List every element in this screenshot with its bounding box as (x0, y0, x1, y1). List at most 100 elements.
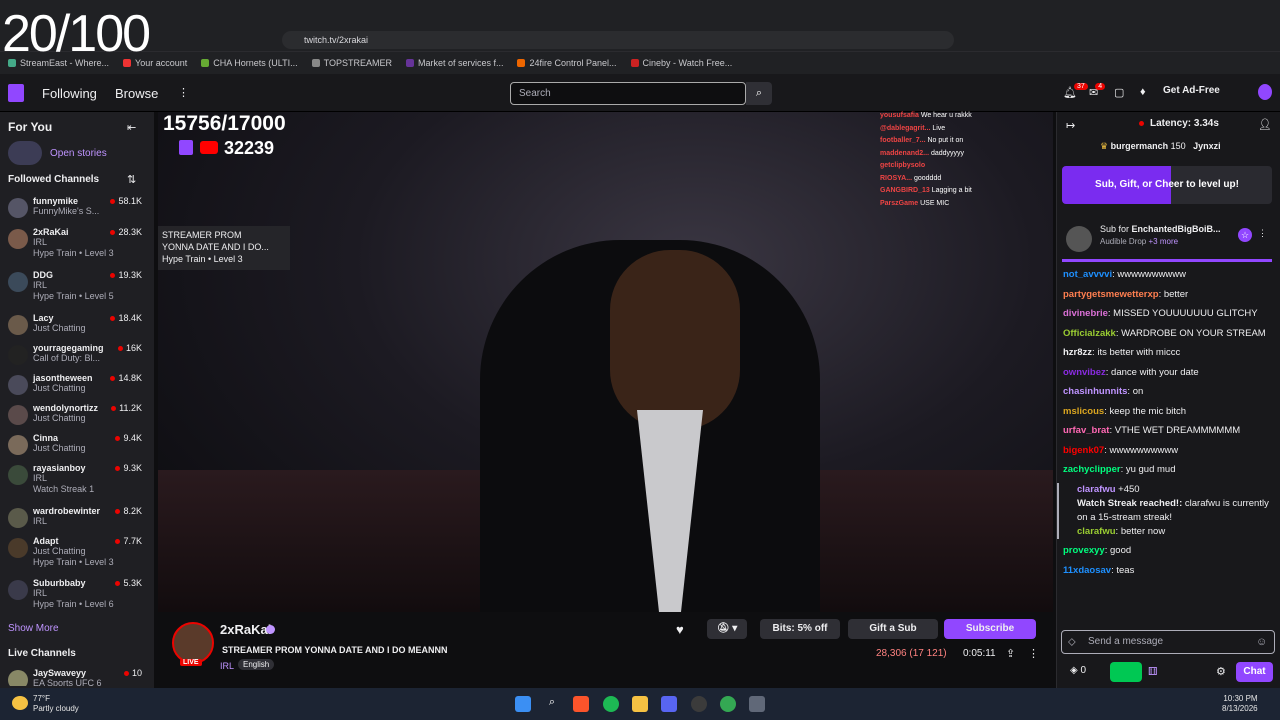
viewer-count: 7.7K (115, 536, 142, 546)
channel-name[interactable]: 2xRaKai (220, 622, 271, 637)
avatar (8, 272, 28, 292)
follow-heart-icon[interactable]: ♥ (676, 622, 684, 637)
hype-train-card[interactable]: Sub for EnchantedBigBoiB... Audible Drop… (1062, 220, 1272, 262)
channel-game: Just Chatting (33, 413, 86, 423)
avatar (8, 508, 28, 528)
bookmark[interactable]: Market of services f... (405, 58, 503, 68)
channel-game: Call of Duty: Bl... (33, 353, 101, 363)
crown-icon: ♛ (1100, 141, 1109, 151)
subscribe-button[interactable]: Subscribe (944, 619, 1036, 639)
channel-game: IRL (33, 516, 48, 526)
channel-game: Just Chatting (33, 383, 86, 393)
chrome-icon[interactable] (720, 696, 736, 712)
sidebar-item-channel[interactable]: Suburbbaby IRL Hype Train • Level 6 5.3K (0, 578, 154, 609)
language-tag[interactable]: English (238, 659, 275, 670)
sidebar-item-channel[interactable]: wardrobewinter IRL 8.2K (0, 506, 154, 536)
start-icon[interactable] (515, 696, 531, 712)
viewer-count: 58.1K (110, 196, 142, 206)
avatar (8, 345, 28, 365)
recording-counter: 20/100 (2, 5, 151, 63)
avatar (8, 580, 28, 600)
nav-browse[interactable]: Browse (115, 86, 158, 101)
show-more-link[interactable]: Show More (8, 623, 59, 634)
notifications-icon[interactable]: 🔔︎37 (1063, 83, 1091, 99)
viewer-count: 14.8K (110, 373, 142, 383)
system-clock: 10:30 PM 8/13/2026 (1222, 694, 1258, 713)
onscreen-chat-line: RIOSYA... goodddd (880, 174, 942, 182)
whispers-icon[interactable]: ▢ (1114, 86, 1124, 99)
sidebar-item-channel[interactable]: funnymike FunnyMike's S... 58.1K (0, 196, 154, 226)
channel-name: jasontheween (33, 373, 93, 383)
spotify-icon[interactable] (603, 696, 619, 712)
collapse-icon[interactable]: ⇤ (127, 121, 136, 134)
stream-category[interactable]: IRL (220, 661, 234, 671)
sort-icon[interactable]: ⇅ (127, 173, 136, 186)
browser-tab-bar (0, 0, 1280, 28)
channel-status: Hype Train • Level 3 (33, 557, 114, 567)
twitch-logo-icon[interactable] (8, 84, 24, 102)
level-up-banner[interactable]: Sub, Gift, or Cheer to level up! (1062, 166, 1272, 204)
weather-widget[interactable]: 77°F Partly cloudy (33, 694, 79, 714)
open-stories-link[interactable]: Open stories (50, 148, 107, 159)
get-ad-free-button[interactable]: Get Ad-Free (1163, 85, 1220, 96)
app-icon[interactable] (749, 696, 765, 712)
more-dots-icon[interactable]: ⋮ (178, 86, 189, 99)
sidebar-item-live[interactable]: JaySwaveyy EA Sports UFC 6 10 (0, 668, 154, 686)
brave-icon[interactable] (573, 696, 589, 712)
bits-icon[interactable]: ⬦ (1068, 636, 1076, 649)
notification-bell-icon[interactable]: 🔕︎ ▾ (707, 619, 747, 639)
onscreen-chat-overlay: yousufsafia We hear u rakkk @dablegagrit.… (880, 110, 1040, 210)
emote-icon[interactable]: ☺ (1256, 636, 1267, 648)
collapse-chat-icon[interactable]: ↦ (1066, 119, 1075, 132)
watch-streak-message: clarafwu +450 Watch Streak reached!: clar… (1057, 482, 1273, 539)
bookmark[interactable]: 24fire Control Panel... (517, 58, 617, 68)
search-input[interactable]: Search (510, 82, 746, 105)
obs-icon[interactable] (691, 696, 707, 712)
file-explorer-icon[interactable] (632, 696, 648, 712)
live-badge: LIVE (180, 659, 202, 666)
more-icon[interactable]: ⋮ (1258, 228, 1267, 239)
gift-sub-button[interactable]: Gift a Sub (848, 619, 938, 639)
sidebar-item-channel[interactable]: rayasianboy IRL Watch Streak 1 9.3K (0, 463, 154, 494)
onscreen-chat-line: ParszGame USE MIC (880, 199, 950, 207)
more-options-icon[interactable]: ⋮ (1028, 647, 1039, 660)
viewer-count: 11.2K (111, 403, 142, 413)
onscreen-chat-line: footballer_7... No put it on (880, 137, 964, 144)
stories-avatars[interactable] (8, 141, 42, 165)
rewards-icon[interactable]: ⚅ (1148, 665, 1158, 678)
sidebar-item-channel[interactable]: Lacy Just Chatting 18.4K (0, 313, 154, 343)
bookmark[interactable]: TOPSTREAMER (311, 58, 392, 68)
channel-points[interactable]: ◈ 0 (1070, 665, 1086, 676)
avatar (8, 405, 28, 425)
sidebar-item-channel[interactable]: wendolynortizz Just Chatting 11.2K (0, 403, 154, 433)
sidebar-item-channel[interactable]: Cinna Just Chatting 9.4K (0, 433, 154, 463)
sidebar-item-channel[interactable]: DDG IRL Hype Train • Level 5 19.3K (0, 270, 154, 301)
viewer-count: 16K (118, 343, 142, 353)
nav-following[interactable]: Following (42, 86, 97, 101)
star-icon[interactable]: ☆ (1238, 228, 1252, 242)
settings-gear-icon[interactable]: ⚙ (1216, 665, 1226, 678)
channel-avatar[interactable] (172, 622, 214, 664)
sidebar-item-channel[interactable]: yourragegaming Call of Duty: Bl... 16K (0, 343, 154, 373)
search-taskbar-icon[interactable]: ⌕ (544, 696, 560, 712)
channel-name: Adapt (33, 536, 59, 546)
sidebar-item-channel[interactable]: 2xRaKai IRL Hype Train • Level 3 28.3K (0, 227, 154, 258)
share-icon[interactable]: ⇪ (1006, 647, 1015, 660)
chat-input[interactable]: Send a message (1061, 630, 1275, 654)
bookmark[interactable]: CHA Hornets (ULTI... (201, 58, 298, 68)
url-field[interactable]: twitch.tv/2xrakai (282, 31, 954, 49)
sidebar-item-channel[interactable]: jasontheween Just Chatting 14.8K (0, 373, 154, 403)
user-avatar[interactable] (1258, 84, 1272, 100)
prime-icon[interactable]: ♦ (1140, 86, 1146, 98)
search-icon[interactable]: ⌕ (746, 82, 772, 105)
chat-message: partygetsmewetterxp: better (1063, 288, 1189, 300)
community-icon[interactable]: 👤︎ (1258, 118, 1272, 131)
chat-send-button[interactable]: Chat (1236, 662, 1273, 682)
channel-status: Hype Train • Level 5 (33, 291, 114, 301)
bookmark[interactable]: Cineby - Watch Free... (630, 58, 732, 68)
sidebar-item-channel[interactable]: Adapt Just Chatting Hype Train • Level 3 7.… (0, 536, 154, 567)
discord-icon[interactable] (661, 696, 677, 712)
bits-button[interactable]: Bits: 5% off (760, 619, 840, 639)
predictions-icon[interactable] (1110, 662, 1142, 682)
inbox-icon[interactable]: ✉︎4 (1089, 83, 1108, 99)
